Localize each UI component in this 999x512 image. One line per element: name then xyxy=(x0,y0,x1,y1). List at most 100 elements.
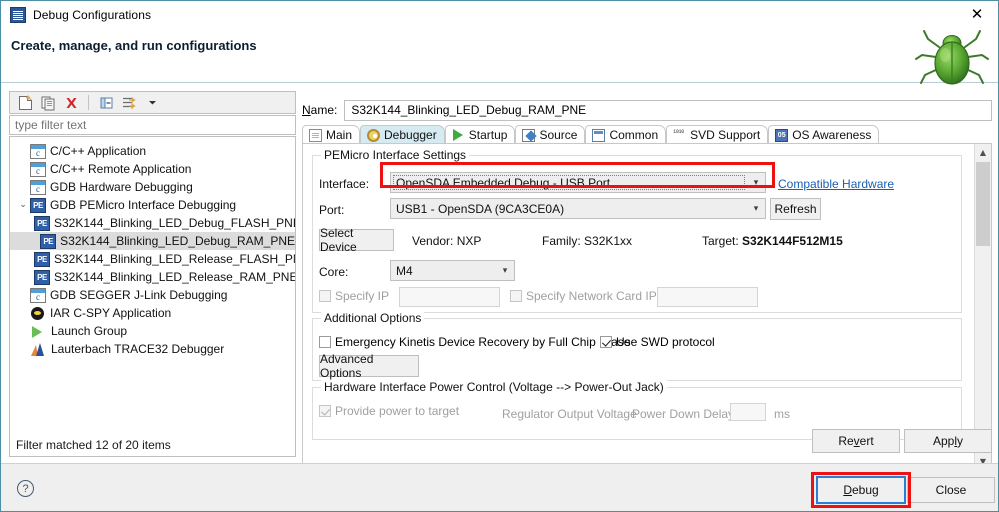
c-file-icon xyxy=(30,179,46,195)
debug-button[interactable]: Debug xyxy=(817,477,905,503)
core-combo[interactable]: M4 ▾ xyxy=(390,260,515,281)
provide-power-checkbox[interactable]: Provide power to target xyxy=(319,404,459,418)
select-device-button[interactable]: Select Device xyxy=(319,226,394,254)
tree-item[interactable]: S32K144_Blinking_LED_Debug_FLASH_PNE xyxy=(10,214,295,232)
specify-ip-input[interactable] xyxy=(399,287,500,307)
chevron-down-icon[interactable]: ▾ xyxy=(496,261,514,280)
chevron-down-icon[interactable]: ▾ xyxy=(747,173,765,192)
page-title: Create, manage, and run configurations xyxy=(11,38,257,53)
filter-status-text: Filter matched 12 of 20 items xyxy=(16,438,171,452)
tree-item-label: Lauterbach TRACE32 Debugger xyxy=(51,342,225,356)
tab-label: Common xyxy=(609,128,659,142)
target-label-text: Target: xyxy=(702,234,739,248)
configurations-tree[interactable]: C/C++ Application C/C++ Remote Applicatio… xyxy=(9,136,296,457)
duplicate-configuration-icon[interactable] xyxy=(38,93,58,112)
family-value: S32K1xx xyxy=(584,234,633,248)
tree-item[interactable]: Lauterbach TRACE32 Debugger xyxy=(10,340,295,358)
checkbox-box xyxy=(600,336,612,348)
tree-item-label: S32K144_Blinking_LED_Debug_FLASH_PNE xyxy=(54,216,296,230)
specify-ip-checkbox[interactable]: Specify IP xyxy=(319,289,389,303)
help-icon[interactable]: ? xyxy=(17,480,34,497)
scrollbar-thumb[interactable] xyxy=(976,162,990,246)
group-title: Additional Options xyxy=(321,311,425,325)
toolbar-divider xyxy=(88,95,89,110)
tab-label: OS Awareness xyxy=(792,128,872,142)
tree-item[interactable]: S32K144_Blinking_LED_Release_RAM_PNE xyxy=(10,268,295,286)
pemicro-icon xyxy=(30,197,46,213)
chevron-down-icon[interactable] xyxy=(142,93,162,112)
tree-item[interactable]: C/C++ Application xyxy=(10,142,295,160)
emergency-recovery-checkbox[interactable]: Emergency Kinetis Device Recovery by Ful… xyxy=(319,335,630,349)
tree-item-label: Launch Group xyxy=(51,324,128,338)
additional-options-group: Additional Options Emergency Kinetis Dev… xyxy=(312,311,962,381)
tree-item[interactable]: C/C++ Remote Application xyxy=(10,160,295,178)
advanced-options-button[interactable]: Advanced Options xyxy=(319,352,419,380)
source-icon xyxy=(522,128,536,142)
power-down-delay-input[interactable] xyxy=(730,403,766,421)
group-body: Provide power to target Regulator Output… xyxy=(312,387,962,440)
tree-item[interactable]: IAR C-SPY Application xyxy=(10,304,295,322)
tree-item-label: C/C++ Remote Application xyxy=(50,162,192,176)
tree-item-label: S32K144_Blinking_LED_Debug_RAM_PNE xyxy=(60,234,295,248)
scroll-up-icon[interactable]: ▲ xyxy=(975,144,991,161)
configuration-name-input[interactable] xyxy=(349,100,987,120)
new-configuration-icon[interactable] xyxy=(15,93,35,112)
launch-group-icon xyxy=(31,325,45,338)
tree-item-label: GDB SEGGER J-Link Debugging xyxy=(50,288,228,302)
tab-source[interactable]: Source xyxy=(515,125,586,144)
checkbox-box xyxy=(319,290,331,302)
vendor-label: Vendor: NXP xyxy=(412,234,481,248)
tree-item[interactable]: S32K144_Blinking_LED_Release_FLASH_PNE xyxy=(10,250,295,268)
green-bug-icon xyxy=(915,30,989,85)
port-combo[interactable]: USB1 - OpenSDA (9CA3CE0A) ▾ xyxy=(390,198,766,219)
checkbox-box xyxy=(510,290,522,302)
tree-item[interactable]: ⌄ GDB PEMicro Interface Debugging xyxy=(10,196,295,214)
interface-combo[interactable]: OpenSDA Embedded Debug - USB Port ▾ xyxy=(390,172,766,193)
pemicro-interface-settings-group: PEMicro Interface Settings Interface: Op… xyxy=(312,148,962,313)
tree-item[interactable]: Launch Group xyxy=(10,322,295,340)
c-file-icon xyxy=(30,161,46,177)
refresh-button[interactable]: Refresh xyxy=(770,198,821,220)
debug-configurations-dialog: Debug Configurations ✕ Create, manage, a… xyxy=(0,0,999,512)
os-icon xyxy=(775,128,789,142)
compatible-hardware-link[interactable]: Compatible Hardware xyxy=(778,177,894,191)
tree-item[interactable]: GDB SEGGER J-Link Debugging xyxy=(10,286,295,304)
tab-svd-support[interactable]: 1010 0101 SVD Support xyxy=(666,125,769,144)
target-label: Target: S32K144F512M15 xyxy=(702,234,843,248)
ms-label: ms xyxy=(774,407,790,421)
tab-os-awareness[interactable]: OS Awareness xyxy=(768,125,880,144)
pemicro-icon xyxy=(40,233,57,249)
tree-item-label: GDB Hardware Debugging xyxy=(50,180,193,194)
tab-label: Startup xyxy=(468,128,508,142)
tab-startup[interactable]: Startup xyxy=(444,125,516,144)
expand-arrow-icon[interactable]: ⌄ xyxy=(16,200,30,210)
core-combo-value: M4 xyxy=(396,263,413,278)
filter-icon[interactable] xyxy=(119,93,139,112)
group-body: Emergency Kinetis Device Recovery by Ful… xyxy=(312,318,962,381)
tree-item[interactable]: GDB Hardware Debugging xyxy=(10,178,295,196)
specify-network-card-ip-checkbox[interactable]: Specify Network Card IP xyxy=(510,289,657,303)
use-swd-protocol-checkbox[interactable]: Use SWD protocol xyxy=(600,335,715,349)
tree-item[interactable]: S32K144_Blinking_LED_Debug_RAM_PNE xyxy=(10,232,295,250)
tree-item-label: S32K144_Blinking_LED_Release_FLASH_PNE xyxy=(54,252,296,266)
tab-common[interactable]: Common xyxy=(585,125,667,144)
tree-toolbar xyxy=(9,91,296,114)
debug-config-icon xyxy=(10,6,26,23)
chevron-down-icon[interactable]: ▾ xyxy=(747,199,765,218)
specify-network-card-ip-label: Specify Network Card IP xyxy=(526,289,657,303)
regulator-output-voltage-label: Regulator Output Voltage xyxy=(502,407,637,421)
vertical-scrollbar[interactable]: ▲ ▼ xyxy=(974,144,991,470)
close-icon[interactable]: ✕ xyxy=(956,1,998,27)
iar-icon xyxy=(31,306,44,320)
tab-scroll-content: PEMicro Interface Settings Interface: Op… xyxy=(303,144,974,470)
specify-network-card-ip-input[interactable] xyxy=(657,287,758,307)
group-title: Hardware Interface Power Control (Voltag… xyxy=(321,380,667,394)
tree-item-label: IAR C-SPY Application xyxy=(50,306,172,320)
common-icon xyxy=(592,128,606,142)
search-input[interactable] xyxy=(10,116,295,134)
name-row: Name: xyxy=(302,99,992,121)
collapse-all-icon[interactable] xyxy=(96,93,116,112)
tab-debugger[interactable]: Debugger xyxy=(360,125,445,144)
tab-main[interactable]: Main xyxy=(302,125,361,144)
delete-configuration-icon[interactable] xyxy=(61,93,81,112)
